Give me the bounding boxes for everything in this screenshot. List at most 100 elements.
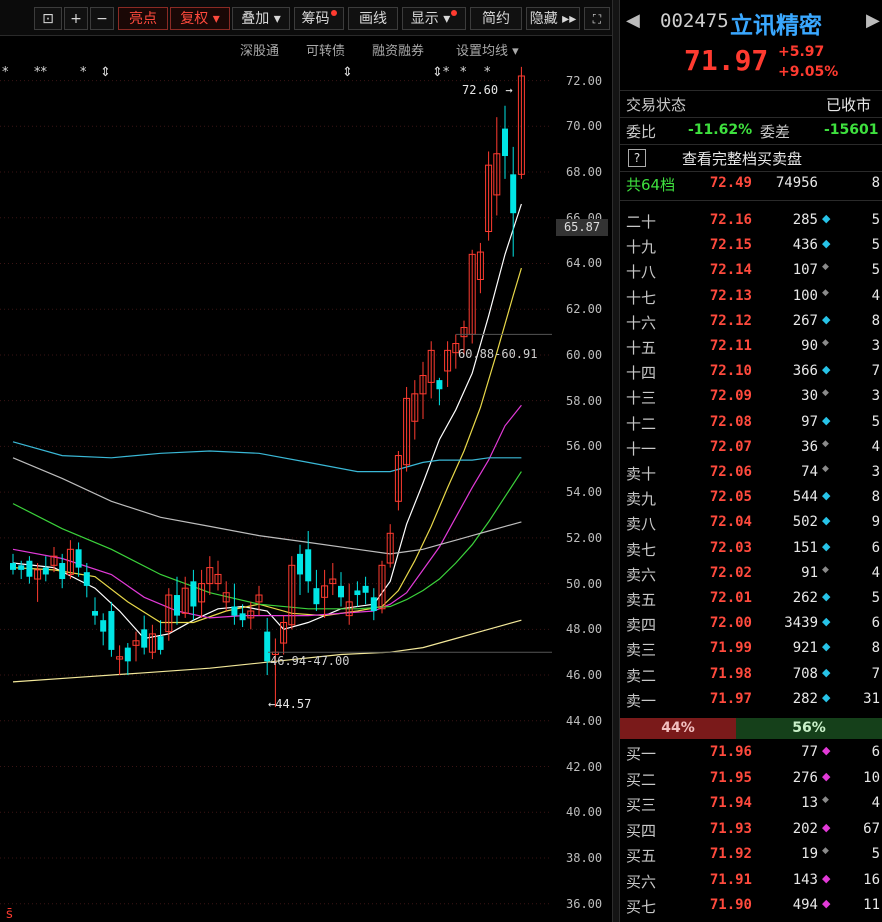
ask-row[interactable]: 卖二 71.98 708 7 ◆ [620,662,882,687]
level-count: 16 [863,871,880,888]
level-volume: 921 [792,640,818,657]
candle-body [362,585,369,593]
volume-change-icon: ◆ [822,795,829,805]
bid-row[interactable]: 买二 71.95 276 10 ◆ [620,766,882,791]
ask-row[interactable]: 卖六 72.02 91 4 ◆ [620,561,882,586]
candlestick-chart[interactable]: * ** * ⇕ ⇕ ⇕* * *72.60 →←44.5746.94-47.0060.88-… [0,0,612,922]
price-tick-label: 38.00 [566,850,603,865]
level-label: 卖七 [626,540,657,559]
price-change: +5.97 [778,44,825,60]
kline-chart-pane[interactable]: ⊡ + − 亮点 复权 ▾ 叠加 ▾ 筹码 画线 显示 ▾ 简约 隐藏 ▸▸ ⛶… [0,0,612,922]
level-label: 卖九 [626,490,657,509]
level-label: 买四 [626,821,657,840]
ask-row[interactable]: 十九 72.15 436 5 ◆ [620,233,882,258]
ask-row[interactable]: 卖四 72.00 3439 6 ◆ [620,611,882,636]
help-icon[interactable]: ? [628,149,646,167]
level-count: 5 [871,413,880,430]
level-volume: 13 [801,795,818,811]
level-count: 4 [871,795,880,811]
price-tick-label: 70.00 [566,119,603,134]
level-price: 72.05 [709,489,752,506]
level-label: 卖八 [626,515,657,534]
ask-row[interactable]: 十六 72.12 267 8 ◆ [620,309,882,334]
volume-change-icon: ◆ [822,615,831,629]
bid-row[interactable]: 买五 71.92 19 5 ◆ [620,842,882,867]
ask-row[interactable]: 卖三 71.99 921 8 ◆ [620,636,882,661]
ask-row[interactable]: 十七 72.13 100 4 ◆ [620,284,882,309]
level-label: 十三 [626,389,657,408]
bid-row[interactable]: 买四 71.93 202 67 ◆ [620,817,882,842]
price-tick-label: 54.00 [566,485,603,500]
level-price: 72.09 [709,388,752,405]
level-count: 7 [871,665,880,682]
high-annotation: 72.60 → [462,83,513,97]
weicha-value: -15601 [824,122,879,138]
level-volume: 276 [792,769,818,786]
weibi-label: 委比 [626,123,657,141]
total-volume: 74956 [775,175,818,191]
ask-row[interactable]: 卖五 72.01 262 5 ◆ [620,586,882,611]
level-volume: 544 [792,489,818,506]
level-label: 十一 [626,439,657,458]
level-count: 6 [871,539,880,556]
volume-change-icon: ◆ [822,363,831,377]
price-tick-label: 58.00 [566,393,603,408]
ask-row[interactable]: 卖十 72.06 74 3 ◆ [620,460,882,485]
event-marker: ** [34,65,48,80]
ask-row[interactable]: 二十 72.16 285 5 ◆ [620,208,882,233]
total-levels-label: 共64档 [626,176,676,194]
level-volume: 77 [801,744,818,760]
level-label: 卖三 [626,641,657,660]
buy-ratio-bar: 44% [620,718,736,739]
level-volume: 30 [801,388,818,405]
status-value: 已收市 [826,96,872,114]
event-marker: * [80,65,87,80]
candle-body [108,611,115,650]
level-count: 5 [871,846,880,862]
ask-row[interactable]: 卖一 71.97 282 31 ◆ [620,687,882,712]
candle-body [174,595,180,616]
last-price: 71.97 [684,44,769,77]
ask-row[interactable]: 十八 72.14 107 5 ◆ [620,258,882,283]
bottom-marker: s̄ [6,907,13,922]
ask-row[interactable]: 卖七 72.03 151 6 ◆ [620,536,882,561]
level-volume: 91 [801,564,818,581]
volume-change-icon: ◆ [822,388,829,399]
ask-row[interactable]: 十二 72.08 97 5 ◆ [620,410,882,435]
price-tick-label: 40.00 [566,805,603,820]
low-annotation: ←44.57 [268,697,311,711]
level-volume: 267 [792,312,818,329]
ask-row[interactable]: 十三 72.09 30 3 ◆ [620,384,882,409]
ask-row[interactable]: 十四 72.10 366 7 ◆ [620,359,882,384]
bid-row[interactable]: 买三 71.94 13 4 ◆ [620,791,882,816]
level-count: 6 [871,744,880,760]
full-book-link[interactable]: 查看完整档买卖盘 [682,148,802,169]
next-stock-icon[interactable]: ▶ [866,10,880,31]
bid-row[interactable]: 买一 71.96 77 6 ◆ [620,740,882,765]
ask-row[interactable]: 卖九 72.05 544 8 ◆ [620,485,882,510]
level-price: 72.01 [709,590,752,606]
bid-row[interactable]: 买六 71.91 143 16 ◆ [620,868,882,893]
level-label: 买六 [626,872,657,891]
stock-code: 002475 [660,10,729,32]
level-volume: 3439 [784,615,818,632]
candle-body [436,380,443,390]
ask-row[interactable]: 十五 72.11 90 3 ◆ [620,334,882,359]
ask-row[interactable]: 卖八 72.04 502 9 ◆ [620,510,882,535]
volume-change-icon: ◆ [822,690,831,704]
volume-change-icon: ◆ [822,871,831,885]
level-count: 3 [871,464,880,480]
pane-divider[interactable] [612,0,620,922]
level-label: 卖一 [626,691,657,710]
bid-row[interactable]: 买七 71.90 494 11 ◆ [620,893,882,918]
sell-ratio-bar: 56% [736,718,882,739]
level-price: 72.07 [709,438,752,455]
level-price: 72.10 [709,363,752,380]
level-label: 十四 [626,364,657,383]
ask-row[interactable]: 十一 72.07 36 4 ◆ [620,435,882,460]
level-count: 5 [871,590,880,606]
prev-stock-icon[interactable]: ◀ [626,10,640,31]
separator [620,200,882,201]
level-price: 72.16 [709,212,752,228]
volume-change-icon: ◆ [822,212,831,225]
